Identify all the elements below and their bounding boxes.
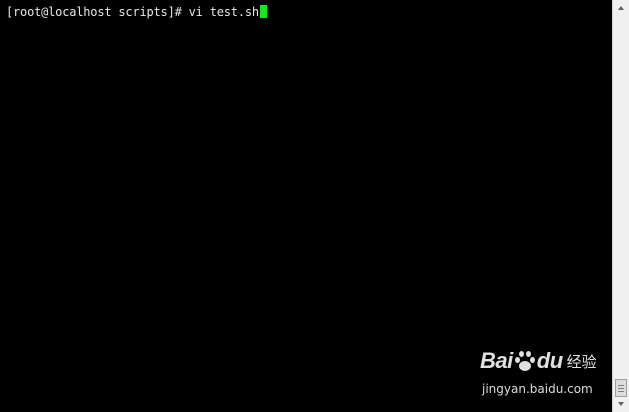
brand-text-left: Bai <box>480 348 513 373</box>
terminal-window: [root@localhost scripts]# vi test.sh Bai… <box>0 0 629 412</box>
paw-icon <box>514 350 536 372</box>
scroll-down-button[interactable] <box>613 398 629 410</box>
grip-line <box>618 387 624 389</box>
arrow-down-icon <box>618 402 624 406</box>
brand-text-right: du <box>536 348 563 373</box>
scroll-thumb[interactable] <box>615 379 627 397</box>
watermark-logo: Bai du 经验 <box>480 346 608 376</box>
vertical-scrollbar[interactable] <box>612 0 629 412</box>
shell-prompt: [root@localhost scripts]# <box>6 5 182 19</box>
typed-command: vi test.sh <box>181 5 259 19</box>
scroll-up-button[interactable] <box>613 2 629 14</box>
command-line: [root@localhost scripts]# vi test.sh <box>6 5 267 19</box>
text-cursor <box>259 5 267 18</box>
brand-text-cn: 经验 <box>566 352 597 371</box>
grip-icon <box>618 384 624 386</box>
grip-line <box>618 390 624 392</box>
baidu-jingyan-watermark: Bai du 经验 jingyan.baidu.com <box>480 346 608 402</box>
arrow-up-icon <box>618 6 624 10</box>
watermark-url: jingyan.baidu.com <box>482 382 593 396</box>
